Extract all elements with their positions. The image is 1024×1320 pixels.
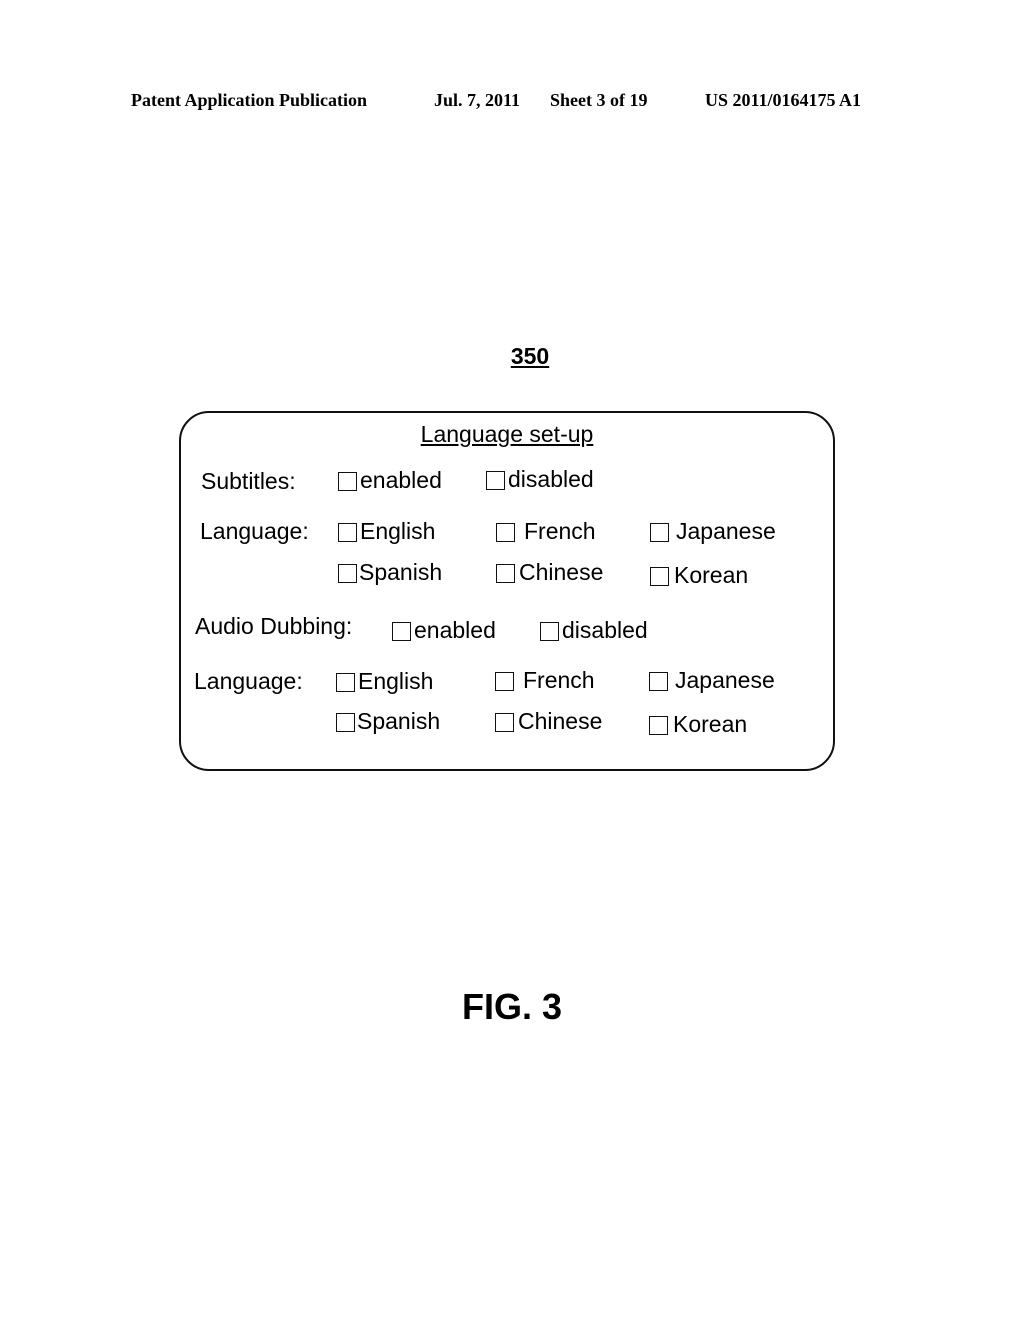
- checkbox-label: French: [524, 518, 596, 544]
- audio-language-korean-checkbox[interactable]: Korean: [649, 713, 747, 736]
- checkbox-label: French: [523, 667, 595, 693]
- subtitles-disabled-checkbox[interactable]: disabled: [486, 468, 594, 491]
- checkbox-icon[interactable]: [336, 713, 355, 732]
- audio-language-english-checkbox[interactable]: English: [336, 670, 433, 693]
- checkbox-label: enabled: [360, 467, 442, 493]
- audio-dubbing-enabled-checkbox[interactable]: enabled: [392, 619, 496, 642]
- subtitles-enabled-checkbox[interactable]: enabled: [338, 469, 442, 492]
- publication-title: Patent Application Publication: [131, 90, 368, 110]
- language-setup-panel: Language set-up Subtitles: enabled disab…: [179, 411, 835, 771]
- checkbox-icon[interactable]: [495, 672, 514, 691]
- checkbox-icon[interactable]: [649, 672, 668, 691]
- subtitles-language-spanish-checkbox[interactable]: Spanish: [338, 561, 442, 584]
- subtitles-language-chinese-checkbox[interactable]: Chinese: [496, 561, 603, 584]
- audio-dubbing-disabled-checkbox[interactable]: disabled: [540, 619, 648, 642]
- checkbox-icon[interactable]: [338, 523, 357, 542]
- audio-language-french-checkbox[interactable]: French: [495, 669, 595, 692]
- checkbox-label: Japanese: [676, 518, 776, 544]
- checkbox-icon[interactable]: [336, 673, 355, 692]
- checkbox-icon[interactable]: [495, 713, 514, 732]
- checkbox-label: Chinese: [518, 708, 603, 734]
- checkbox-label: English: [358, 668, 434, 694]
- checkbox-label: English: [360, 518, 436, 544]
- checkbox-label: enabled: [414, 617, 496, 643]
- checkbox-icon[interactable]: [496, 564, 515, 583]
- audio-language-japanese-checkbox[interactable]: Japanese: [649, 669, 775, 692]
- checkbox-label: disabled: [562, 617, 648, 643]
- checkbox-label: Korean: [674, 562, 749, 588]
- subtitles-language-label: Language:: [200, 518, 309, 544]
- patent-number: US 2011/0164175 A1: [705, 90, 862, 110]
- checkbox-icon[interactable]: [650, 567, 669, 586]
- checkbox-icon[interactable]: [496, 523, 515, 542]
- checkbox-label: Spanish: [357, 708, 441, 734]
- checkbox-icon[interactable]: [338, 564, 357, 583]
- checkbox-label: Spanish: [359, 559, 443, 585]
- subtitles-language-french-checkbox[interactable]: French: [496, 520, 596, 543]
- checkbox-icon[interactable]: [486, 471, 505, 490]
- audio-language-chinese-checkbox[interactable]: Chinese: [495, 710, 602, 733]
- audio-language-label: Language:: [194, 668, 303, 694]
- checkbox-icon[interactable]: [392, 622, 411, 641]
- panel-title: Language set-up: [420, 421, 594, 447]
- subtitles-language-english-checkbox[interactable]: English: [338, 520, 435, 543]
- sheet-number: Sheet 3 of 19: [550, 90, 648, 110]
- audio-dubbing-label: Audio Dubbing:: [195, 613, 353, 639]
- checkbox-icon[interactable]: [540, 622, 559, 641]
- checkbox-label: Korean: [673, 711, 748, 737]
- audio-language-spanish-checkbox[interactable]: Spanish: [336, 710, 440, 733]
- checkbox-icon[interactable]: [650, 523, 669, 542]
- checkbox-label: disabled: [508, 466, 594, 492]
- subtitles-language-korean-checkbox[interactable]: Korean: [650, 564, 748, 587]
- figure-label: FIG. 3: [461, 986, 563, 1027]
- checkbox-label: Chinese: [519, 559, 604, 585]
- subtitles-label: Subtitles:: [201, 468, 296, 494]
- publication-date: Jul. 7, 2011: [434, 90, 521, 110]
- reference-numeral: 350: [510, 343, 550, 369]
- checkbox-icon[interactable]: [649, 716, 668, 735]
- checkbox-label: Japanese: [675, 667, 775, 693]
- subtitles-language-japanese-checkbox[interactable]: Japanese: [650, 520, 776, 543]
- checkbox-icon[interactable]: [338, 472, 357, 491]
